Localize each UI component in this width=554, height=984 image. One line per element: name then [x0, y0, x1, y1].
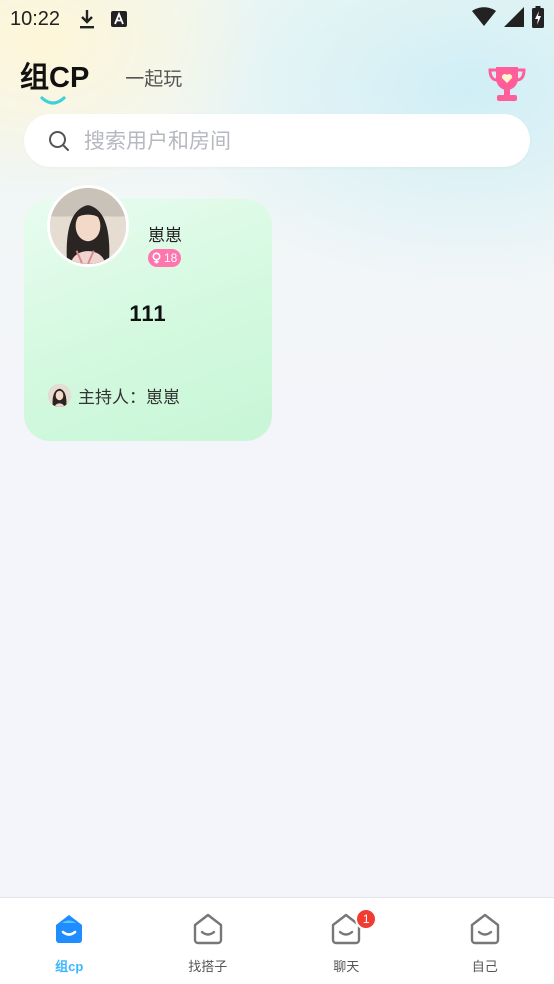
- bottom-nav: 组cp 找搭子 1 聊天 自己: [0, 897, 554, 984]
- signal-icon: [504, 6, 524, 32]
- tab-zucp[interactable]: 组CP: [20, 58, 90, 105]
- status-time: 10:22: [10, 7, 61, 30]
- nav-item-zucp[interactable]: 组cp: [0, 898, 139, 984]
- nav-label-find-partner: 找搭子: [188, 960, 228, 975]
- tab-play-together[interactable]: 一起玩: [125, 58, 182, 100]
- tab-zucp-label: 组CP: [20, 62, 90, 94]
- age-value: 18: [164, 251, 178, 265]
- search-icon: [49, 130, 69, 151]
- chat-face-icon: 1: [329, 908, 378, 946]
- nav-item-chat[interactable]: 1 聊天: [277, 898, 416, 984]
- search-input[interactable]: [84, 128, 484, 153]
- room-title: 111: [129, 301, 167, 326]
- nav-item-find-partner[interactable]: 找搭子: [139, 898, 278, 984]
- nav-label-zucp: 组cp: [55, 959, 84, 974]
- nav-item-profile[interactable]: 自己: [416, 898, 554, 984]
- keyboard-a-icon: [110, 10, 128, 28]
- age-badge: 18: [148, 249, 182, 267]
- trophy-icon[interactable]: [486, 64, 528, 104]
- host-mini-avatar: [48, 384, 71, 407]
- nav-label-chat: 聊天: [333, 960, 360, 975]
- download-icon: [78, 8, 96, 30]
- room-card[interactable]: 崽崽 18 111 主持人：崽崽: [24, 185, 272, 441]
- battery-charging-icon: [532, 5, 544, 33]
- host-avatar[interactable]: [47, 185, 129, 267]
- home-face-icon: [52, 912, 86, 946]
- chat-unread-badge: 1: [355, 908, 378, 930]
- profile-face-icon: [468, 912, 502, 946]
- host-label: 主持人：崽崽: [78, 388, 180, 408]
- wifi-icon: [472, 6, 496, 32]
- host-row: 主持人：崽崽: [48, 383, 180, 408]
- active-tab-indicator: [40, 96, 66, 105]
- search-bar[interactable]: [24, 114, 530, 167]
- status-right-icons: [472, 5, 544, 33]
- nav-label-profile: 自己: [471, 960, 498, 975]
- host-name: 崽崽: [148, 226, 182, 246]
- female-icon: [152, 252, 161, 264]
- top-tabs: 组CP 一起玩: [20, 58, 534, 108]
- home-face-icon: [191, 912, 225, 946]
- status-bar: 10:22: [0, 0, 554, 38]
